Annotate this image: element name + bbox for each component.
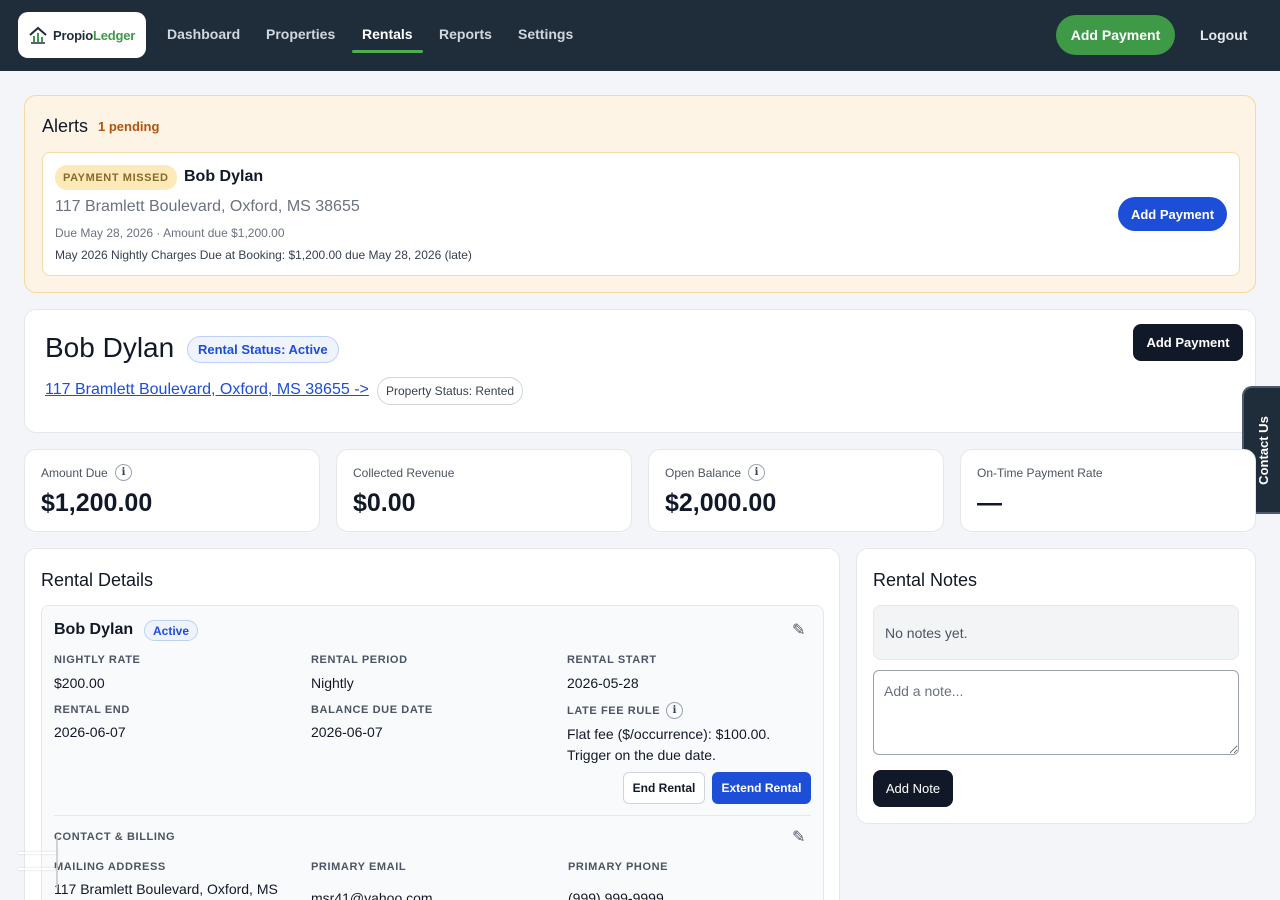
info-icon[interactable]: i	[748, 464, 765, 481]
rental-period-label: RENTAL PERIOD	[311, 654, 408, 666]
stat-label: Open Balance	[665, 466, 742, 480]
nav-rentals[interactable]: Rentals	[362, 26, 413, 42]
handle-line	[18, 868, 58, 870]
contact-billing-title: CONTACT & BILLING	[54, 831, 176, 843]
stat-amount-due: Amount Due i $1,200.00	[24, 449, 320, 532]
empty-notes-message: No notes yet.	[873, 605, 1239, 660]
late-fee-line2: Trigger on the due date.	[567, 747, 716, 763]
extend-rental-button[interactable]: Extend Rental	[712, 772, 811, 804]
payment-missed-badge: PAYMENT MISSED	[55, 165, 177, 190]
nav-settings[interactable]: Settings	[518, 26, 573, 42]
stat-value: —	[977, 489, 1002, 517]
alerts-count: 1 pending	[98, 119, 160, 134]
top-nav: PropioLedger Dashboard Properties Rental…	[0, 0, 1280, 71]
late-fee-label: LATE FEE RULE	[567, 705, 661, 717]
stat-label: Collected Revenue	[353, 466, 455, 480]
section-divider	[54, 815, 811, 816]
alert-item: PAYMENT MISSED Bob Dylan 117 Bramlett Bo…	[42, 152, 1240, 276]
alert-add-payment-button[interactable]: Add Payment	[1118, 197, 1227, 231]
primary-phone-value: (999) 999-9999	[568, 890, 664, 900]
note-input[interactable]	[873, 670, 1239, 755]
add-note-button[interactable]: Add Note	[873, 770, 953, 807]
details-tenant-name: Bob Dylan	[54, 621, 134, 638]
alerts-panel: Alerts 1 pending PAYMENT MISSED Bob Dyla…	[24, 95, 1256, 293]
nav-reports[interactable]: Reports	[439, 26, 492, 42]
app-logo[interactable]: PropioLedger	[18, 12, 146, 58]
rental-details-panel: Rental Details Bob Dylan Active ✎ NIGHTL…	[24, 548, 840, 900]
property-link[interactable]: 117 Bramlett Boulevard, Oxford, MS 38655…	[45, 381, 369, 399]
edit-contact-pencil-icon[interactable]: ✎	[792, 827, 805, 847]
handle-line	[18, 852, 58, 854]
stat-label: Amount Due	[41, 466, 108, 480]
stat-value: $0.00	[353, 489, 416, 517]
handle-line	[56, 836, 58, 888]
alert-address: 117 Bramlett Boulevard, Oxford, MS 38655	[55, 198, 360, 215]
stat-value: $1,200.00	[41, 489, 153, 517]
primary-email-label: PRIMARY EMAIL	[311, 861, 407, 873]
alert-due-line: Due May 28, 2026 · Amount due $1,200.00	[55, 226, 285, 240]
mailing-address-value: 117 Bramlett Boulevard, Oxford, MS	[54, 881, 278, 897]
late-fee-info-icon[interactable]: i	[666, 702, 683, 719]
stat-label: On-Time Payment Rate	[977, 466, 1103, 480]
edit-rental-pencil-icon[interactable]: ✎	[792, 620, 805, 640]
rental-end-label: RENTAL END	[54, 704, 130, 716]
primary-phone-label: PRIMARY PHONE	[568, 861, 669, 873]
mailing-address-label: MAILING ADDRESS	[54, 861, 166, 873]
primary-email-value: msr41@yahoo.com	[311, 890, 433, 900]
rental-notes-title: Rental Notes	[873, 570, 978, 590]
contact-us-label: Contact Us	[1255, 415, 1271, 485]
rental-start-label: RENTAL START	[567, 654, 657, 666]
nav-properties[interactable]: Properties	[266, 26, 335, 42]
logo-text: PropioLedger	[53, 28, 135, 43]
nav-dashboard[interactable]: Dashboard	[167, 26, 240, 42]
active-nav-indicator	[352, 50, 423, 53]
house-chart-icon	[29, 26, 47, 44]
rental-end-value: 2026-06-07	[54, 724, 126, 740]
stat-on-time-rate: On-Time Payment Rate —	[960, 449, 1256, 532]
rental-header-card: Bob Dylan Rental Status: Active 117 Bram…	[24, 309, 1256, 433]
tenant-name: Bob Dylan	[45, 332, 175, 363]
rental-details-card: Bob Dylan Active ✎ NIGHTLY RATE $200.00 …	[41, 605, 824, 900]
rental-notes-panel: Rental Notes No notes yet. Add Note	[856, 548, 1256, 824]
logo-text-part1: Propio	[53, 27, 93, 43]
info-icon[interactable]: i	[115, 464, 132, 481]
nightly-rate-value: $200.00	[54, 675, 105, 691]
rental-status-badge: Rental Status: Active	[187, 336, 339, 363]
balance-due-value: 2026-06-07	[311, 724, 383, 740]
rental-details-title: Rental Details	[41, 570, 154, 590]
alerts-title: Alerts	[42, 116, 89, 136]
alert-tenant-name: Bob Dylan	[184, 168, 264, 185]
property-status-badge: Property Status: Rented	[377, 377, 524, 405]
stat-open-balance: Open Balance i $2,000.00	[648, 449, 944, 532]
end-rental-button[interactable]: End Rental	[623, 772, 705, 804]
balance-due-label: BALANCE DUE DATE	[311, 704, 433, 716]
stat-collected-revenue: Collected Revenue $0.00	[336, 449, 632, 532]
resize-handle[interactable]	[18, 836, 62, 888]
late-fee-line1: Flat fee ($/occurrence): $100.00.	[567, 726, 771, 742]
stat-value: $2,000.00	[665, 489, 777, 517]
logout-link[interactable]: Logout	[1200, 27, 1247, 43]
nav-add-payment-button[interactable]: Add Payment	[1056, 15, 1175, 55]
details-status-badge: Active	[144, 620, 199, 641]
header-add-payment-button[interactable]: Add Payment	[1133, 324, 1243, 361]
alert-detail-line: May 2026 Nightly Charges Due at Booking:…	[55, 248, 472, 262]
rental-start-value: 2026-05-28	[567, 675, 639, 691]
rental-period-value: Nightly	[311, 675, 354, 691]
logo-text-part2: Ledger	[92, 27, 136, 43]
nightly-rate-label: NIGHTLY RATE	[54, 654, 141, 666]
